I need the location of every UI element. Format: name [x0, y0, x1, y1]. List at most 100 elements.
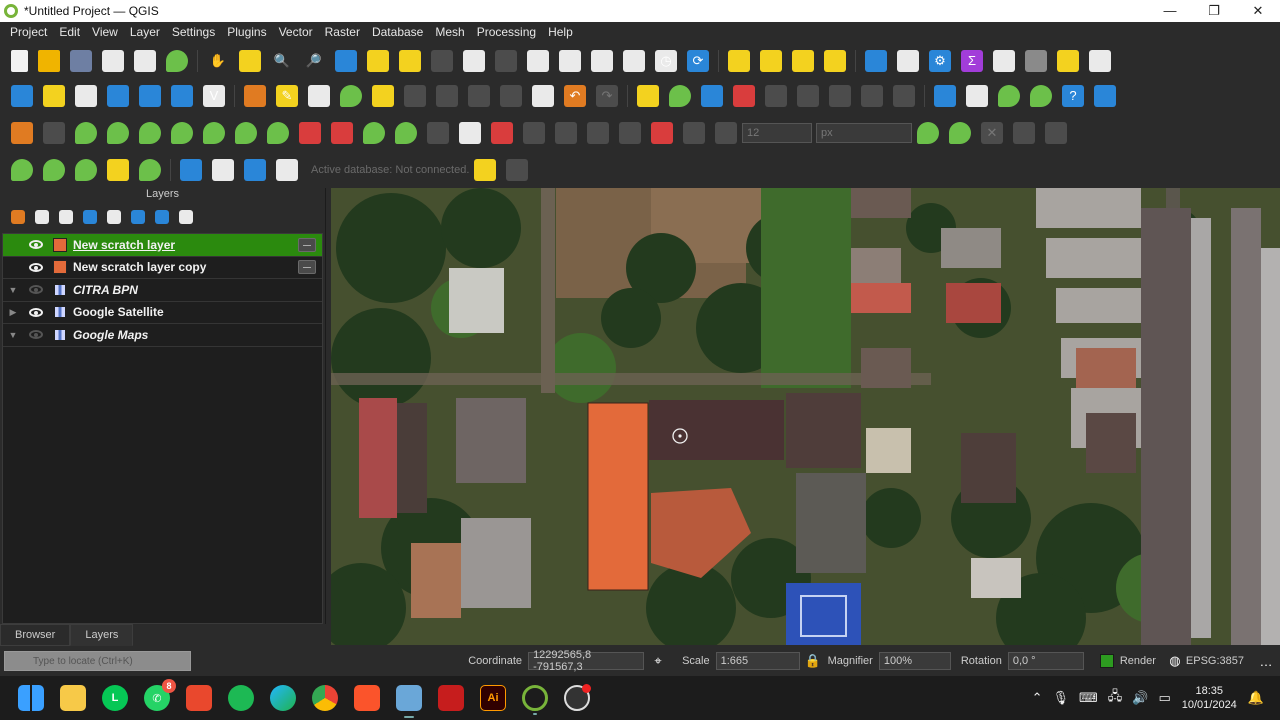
- render-checkbox[interactable]: [1099, 654, 1114, 668]
- redo-icon[interactable]: ↷: [596, 84, 618, 107]
- plugin-manager-icon[interactable]: [966, 84, 988, 107]
- menu-plugins[interactable]: Plugins: [227, 25, 266, 39]
- chevron-up-icon[interactable]: ⌃: [1032, 690, 1043, 706]
- locate-icon[interactable]: [1089, 49, 1111, 72]
- zoom-next-icon[interactable]: [495, 49, 517, 72]
- layer-diagram-icon[interactable]: [669, 84, 691, 107]
- layer-item-new-scratch-layer-copy[interactable]: New scratch layer copy: [3, 257, 322, 279]
- line-app-icon[interactable]: L: [102, 685, 128, 711]
- menu-raster[interactable]: Raster: [325, 25, 360, 39]
- collapse-arrow-icon[interactable]: ▼: [7, 330, 19, 340]
- grid-table-icon[interactable]: [506, 158, 529, 181]
- measure-line-icon[interactable]: [1025, 49, 1047, 72]
- whatsapp-icon[interactable]: ✆ 8: [144, 679, 176, 711]
- merge-features-icon[interactable]: [523, 121, 545, 144]
- label-abc-icon[interactable]: [637, 84, 659, 107]
- file-explorer-icon[interactable]: [60, 685, 86, 711]
- battery-icon[interactable]: ▭: [1158, 690, 1170, 706]
- offset-point-symbols-icon[interactable]: [619, 121, 641, 144]
- magnifier-field[interactable]: 100%: [878, 652, 951, 670]
- topological-editing-icon[interactable]: [683, 121, 705, 144]
- cut-features-icon[interactable]: [468, 84, 490, 107]
- add-polygon-icon[interactable]: [340, 84, 362, 107]
- grid-plugin-icon[interactable]: [244, 158, 266, 181]
- chrome-icon[interactable]: [312, 685, 338, 711]
- menu-view[interactable]: View: [92, 25, 118, 39]
- show-hide-labels-icon[interactable]: [765, 84, 787, 107]
- menu-edit[interactable]: Edit: [59, 25, 80, 39]
- delete-part-icon[interactable]: [331, 121, 353, 144]
- feature-action-icon[interactable]: [474, 158, 497, 181]
- rectangle-tool-icon[interactable]: [107, 158, 129, 181]
- tab-layers[interactable]: Layers: [70, 624, 134, 646]
- pan-map-icon[interactable]: ✋: [207, 50, 229, 72]
- db-manager-icon[interactable]: [180, 158, 202, 181]
- map-tips-icon[interactable]: [1057, 49, 1079, 72]
- save-project-icon[interactable]: [70, 49, 92, 72]
- menu-mesh[interactable]: Mesh: [435, 25, 464, 39]
- offset-curve-icon[interactable]: [395, 121, 417, 144]
- identify-features-icon[interactable]: [865, 49, 887, 72]
- scale-lock-icon[interactable]: 🔒: [805, 653, 821, 668]
- polygon-symbol-icon[interactable]: [53, 237, 67, 252]
- new-spatialite-icon[interactable]: [107, 84, 129, 107]
- new-3d-view-icon[interactable]: [559, 49, 581, 72]
- current-edits-icon[interactable]: [244, 84, 266, 107]
- rotate-point-symbols-icon[interactable]: [587, 121, 609, 144]
- scale-combo[interactable]: 1:665: [715, 652, 800, 670]
- simplify-feature-icon[interactable]: [171, 121, 193, 144]
- style-manager-icon[interactable]: [166, 49, 188, 72]
- zoom-in-icon[interactable]: 🔍: [271, 50, 293, 72]
- menu-project[interactable]: Project: [10, 25, 47, 39]
- spotify-icon[interactable]: [228, 685, 254, 711]
- pin-labels-icon[interactable]: [733, 84, 755, 107]
- terrain-profile-icon[interactable]: [1030, 84, 1052, 107]
- menu-database[interactable]: Database: [372, 25, 423, 39]
- add-raster-icon[interactable]: [171, 84, 193, 107]
- python-console-icon[interactable]: [934, 84, 956, 107]
- close-button[interactable]: ✕: [1236, 3, 1280, 19]
- expand-arrow-icon[interactable]: ▶: [7, 307, 19, 318]
- coordinate-field[interactable]: 12292565,8 -791567,3: [528, 649, 645, 673]
- pan-to-selection-icon[interactable]: [239, 49, 261, 72]
- photos-icon[interactable]: [396, 685, 422, 718]
- polygon-symbol-icon[interactable]: [53, 260, 67, 275]
- fill-ring-icon[interactable]: [267, 121, 289, 144]
- obs-icon[interactable]: [564, 684, 591, 711]
- curve-tool-icon[interactable]: [43, 121, 65, 144]
- crs-globe-icon[interactable]: ◍: [1168, 653, 1182, 668]
- merge-attributes-icon[interactable]: [555, 121, 577, 144]
- visibility-eye-icon[interactable]: [27, 306, 45, 318]
- new-map-view-icon[interactable]: [527, 49, 549, 72]
- editing-toggle-icon[interactable]: [298, 260, 316, 275]
- attribute-table-icon[interactable]: [760, 49, 782, 72]
- edge-icon[interactable]: [270, 685, 296, 711]
- visibility-eye-icon[interactable]: [27, 239, 45, 251]
- show-bookmarks-icon[interactable]: [623, 49, 645, 72]
- delete-selected-icon[interactable]: [436, 84, 458, 107]
- collapse-all-icon[interactable]: [155, 210, 169, 224]
- zoom-to-layer-icon[interactable]: [399, 49, 421, 72]
- refresh-icon[interactable]: ⟳: [687, 49, 709, 72]
- change-label-icon[interactable]: [861, 84, 883, 107]
- split-parts-icon[interactable]: [491, 121, 513, 144]
- locator-search-input[interactable]: Type to locate (Ctrl+K): [4, 651, 191, 671]
- advanced-digitizing-icon[interactable]: [11, 121, 33, 144]
- add-group-icon[interactable]: [35, 210, 49, 224]
- crs-label[interactable]: EPSG:3857: [1186, 655, 1244, 667]
- maximize-button[interactable]: ❐: [1192, 3, 1236, 19]
- qgis-taskbar-icon[interactable]: [522, 685, 548, 715]
- regular-polygon-icon[interactable]: [139, 158, 161, 181]
- menu-vector[interactable]: Vector: [279, 25, 313, 39]
- rotation-field[interactable]: 0,0 °: [1007, 652, 1084, 670]
- keyboard-icon[interactable]: ⌨: [1079, 690, 1098, 706]
- highlight-label-icon[interactable]: [701, 84, 723, 107]
- toggle-editing-pencil-icon[interactable]: ✎: [276, 84, 298, 107]
- microphone-icon[interactable]: 🎙: [1052, 690, 1069, 706]
- layer-item-google-maps[interactable]: ▼ Google Maps: [3, 324, 322, 347]
- georeferencer-icon[interactable]: [1094, 84, 1116, 107]
- editing-toggle-icon[interactable]: [298, 237, 316, 252]
- new-project-icon[interactable]: [11, 49, 28, 72]
- layout-manager-icon[interactable]: [134, 49, 156, 72]
- circular-string-icon[interactable]: [11, 158, 33, 181]
